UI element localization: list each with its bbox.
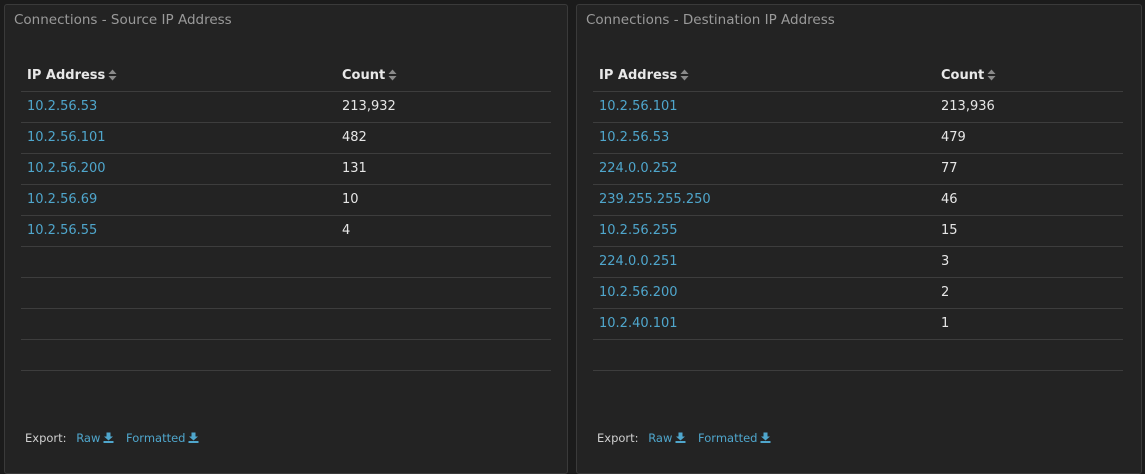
ip-address-link[interactable]: 10.2.56.255 bbox=[599, 223, 678, 238]
destination-ip-table: IP Address Count 10.2.56.101 213,936 10.2… bbox=[593, 61, 1123, 371]
ip-address-link[interactable]: 10.2.56.55 bbox=[27, 223, 97, 238]
table-row-empty bbox=[21, 278, 551, 309]
panel-title: Connections - Source IP Address bbox=[14, 12, 232, 28]
sort-icon bbox=[987, 69, 996, 80]
count-value: 2 bbox=[941, 285, 950, 300]
count-value: 479 bbox=[941, 130, 966, 145]
download-icon bbox=[103, 432, 114, 443]
download-icon bbox=[760, 432, 771, 443]
count-value: 15 bbox=[941, 223, 958, 238]
ip-address-link[interactable]: 10.2.40.101 bbox=[599, 316, 678, 331]
table-row: 10.2.56.101 482 bbox=[21, 123, 551, 154]
count-value: 1 bbox=[941, 316, 950, 331]
count-value: 213,932 bbox=[342, 99, 396, 114]
ip-address-link[interactable]: 224.0.0.251 bbox=[599, 254, 678, 269]
table-row-empty bbox=[21, 309, 551, 340]
export-formatted-link[interactable]: Formatted bbox=[126, 431, 199, 445]
count-value: 213,936 bbox=[941, 99, 995, 114]
table-row-empty bbox=[21, 247, 551, 278]
export-formatted-link[interactable]: Formatted bbox=[698, 431, 771, 445]
table-row: 10.2.40.101 1 bbox=[593, 309, 1123, 340]
count-value: 46 bbox=[941, 192, 958, 207]
sort-icon bbox=[388, 69, 397, 80]
count-value: 3 bbox=[941, 254, 950, 269]
table-row: 10.2.56.55 4 bbox=[21, 216, 551, 247]
ip-address-link[interactable]: 10.2.56.53 bbox=[27, 99, 97, 114]
table-header: IP Address Count bbox=[21, 61, 551, 92]
column-header-count[interactable]: Count bbox=[342, 68, 397, 83]
table-row: 224.0.0.251 3 bbox=[593, 247, 1123, 278]
count-value: 482 bbox=[342, 130, 367, 145]
export-bar: Export: Raw Formatted bbox=[597, 431, 779, 445]
count-value: 10 bbox=[342, 192, 359, 207]
export-raw-link[interactable]: Raw bbox=[648, 431, 686, 445]
ip-address-link[interactable]: 10.2.56.200 bbox=[599, 285, 678, 300]
sort-icon bbox=[108, 69, 117, 80]
table-row-empty bbox=[593, 340, 1123, 371]
ip-address-link[interactable]: 10.2.56.53 bbox=[599, 130, 669, 145]
export-label: Export: bbox=[597, 431, 639, 445]
table-row: 10.2.56.53 479 bbox=[593, 123, 1123, 154]
sort-icon bbox=[680, 69, 689, 80]
table-row: 239.255.255.250 46 bbox=[593, 185, 1123, 216]
ip-address-link[interactable]: 10.2.56.200 bbox=[27, 161, 106, 176]
panel-destination-ip: Connections - Destination IP Address IP … bbox=[576, 4, 1142, 474]
table-row-empty bbox=[21, 340, 551, 371]
count-value: 4 bbox=[342, 223, 351, 238]
export-label: Export: bbox=[25, 431, 67, 445]
download-icon bbox=[675, 432, 686, 443]
table-row: 10.2.56.69 10 bbox=[21, 185, 551, 216]
table-header: IP Address Count bbox=[593, 61, 1123, 92]
panel-source-ip: Connections - Source IP Address IP Addre… bbox=[4, 4, 568, 474]
ip-address-link[interactable]: 10.2.56.69 bbox=[27, 192, 97, 207]
table-row: 10.2.56.101 213,936 bbox=[593, 92, 1123, 123]
column-header-ip-address[interactable]: IP Address bbox=[599, 68, 689, 83]
source-ip-table: IP Address Count 10.2.56.53 213,932 10.2.… bbox=[21, 61, 551, 371]
ip-address-link[interactable]: 10.2.56.101 bbox=[599, 99, 678, 114]
ip-address-link[interactable]: 239.255.255.250 bbox=[599, 192, 711, 207]
table-row: 10.2.56.255 15 bbox=[593, 216, 1123, 247]
table-row: 224.0.0.252 77 bbox=[593, 154, 1123, 185]
export-bar: Export: Raw Formatted bbox=[25, 431, 207, 445]
table-row: 10.2.56.53 213,932 bbox=[21, 92, 551, 123]
export-raw-link[interactable]: Raw bbox=[76, 431, 114, 445]
table-row: 10.2.56.200 131 bbox=[21, 154, 551, 185]
count-value: 77 bbox=[941, 161, 958, 176]
table-row: 10.2.56.200 2 bbox=[593, 278, 1123, 309]
download-icon bbox=[188, 432, 199, 443]
panel-title: Connections - Destination IP Address bbox=[586, 12, 835, 28]
count-value: 131 bbox=[342, 161, 367, 176]
column-header-ip-address[interactable]: IP Address bbox=[27, 68, 117, 83]
ip-address-link[interactable]: 224.0.0.252 bbox=[599, 161, 678, 176]
column-header-count[interactable]: Count bbox=[941, 68, 996, 83]
ip-address-link[interactable]: 10.2.56.101 bbox=[27, 130, 106, 145]
